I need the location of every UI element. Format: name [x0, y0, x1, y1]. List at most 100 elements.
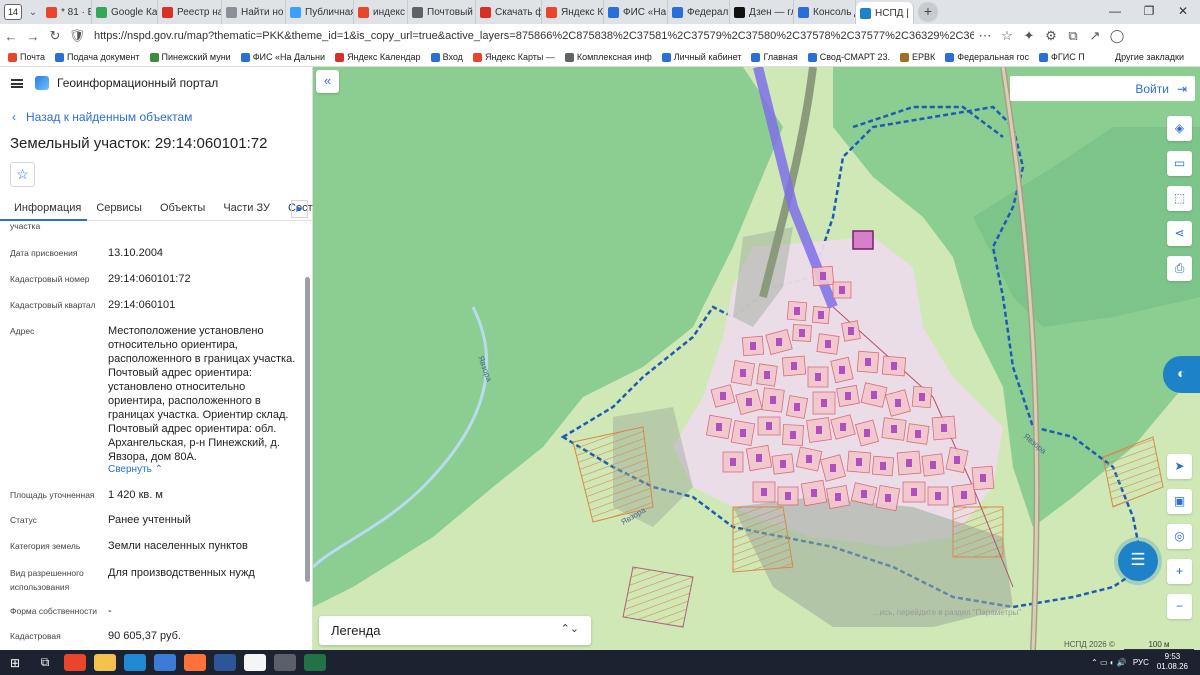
- extensions-icon[interactable]: ⧉: [1062, 28, 1084, 44]
- excel-app-icon[interactable]: [304, 654, 326, 671]
- favorite-star-icon[interactable]: ☆: [10, 162, 35, 187]
- share-map-icon[interactable]: ⋖: [1167, 221, 1192, 246]
- bookmark-item[interactable]: ФГИС П: [1039, 52, 1085, 62]
- building: [919, 393, 925, 401]
- geolocation-icon[interactable]: ➤: [1167, 454, 1192, 479]
- new-tab-button[interactable]: +: [918, 2, 938, 22]
- mail-app-icon[interactable]: [154, 654, 176, 671]
- layers-icon[interactable]: ◈: [1167, 116, 1192, 141]
- clock[interactable]: 9:53 01.08.26: [1157, 652, 1188, 672]
- share-icon[interactable]: ↗: [1084, 28, 1106, 44]
- bookmark-favicon-icon: [945, 52, 955, 62]
- search-location-icon[interactable]: ◎: [1167, 524, 1192, 549]
- ruler-icon[interactable]: ▭: [1167, 151, 1192, 176]
- scrollbar-thumb[interactable]: [305, 277, 310, 582]
- selected-parcel[interactable]: [852, 230, 874, 250]
- select-area-icon[interactable]: ⬚: [1167, 186, 1192, 211]
- browser-tab[interactable]: Публичная: [286, 0, 354, 24]
- bookmark-item[interactable]: Яндекс Карты —: [472, 52, 555, 62]
- tray-icons[interactable]: ⌃ ▭ ◐ 🔊: [1091, 658, 1127, 667]
- bookmark-label: ФГИС П: [1051, 52, 1085, 62]
- bookmark-favicon-icon: [807, 52, 817, 62]
- bookmark-item[interactable]: Комплексная инф: [564, 52, 652, 62]
- maximize-button[interactable]: ❐: [1132, 0, 1166, 24]
- chat-icon[interactable]: ☰: [1118, 541, 1158, 581]
- bookmark-item[interactable]: Главная: [751, 52, 798, 62]
- collapse-address-link[interactable]: Свернуть ⌃: [108, 464, 163, 475]
- yandex-browser-app-icon[interactable]: [244, 654, 266, 671]
- tab-services[interactable]: Сервисы: [87, 197, 151, 221]
- browser-tab[interactable]: Скачать ф: [476, 0, 542, 24]
- tab-count-button[interactable]: 14: [4, 4, 22, 20]
- property-key: Статус: [10, 515, 37, 525]
- nspd-widget-icon[interactable]: ◐: [1163, 356, 1200, 393]
- windows-start-icon[interactable]: ⊞: [0, 656, 30, 670]
- tabs-next-icon[interactable]: ▶: [291, 200, 308, 218]
- bookmark-item[interactable]: Яндекс Календар: [335, 52, 421, 62]
- bookmark-item[interactable]: Вход: [430, 52, 463, 62]
- bookmark-item[interactable]: Федеральная гос: [945, 52, 1029, 62]
- bookmark-item[interactable]: Почта: [8, 52, 45, 62]
- more-icon[interactable]: ⋯: [974, 28, 996, 44]
- browser-tab[interactable]: Яндекс Ка: [542, 0, 604, 24]
- browser-tab[interactable]: Google Кар: [92, 0, 158, 24]
- browser-tab[interactable]: Консоль д: [794, 0, 856, 24]
- settings-icon[interactable]: ⚙: [1040, 28, 1062, 44]
- tab-info[interactable]: Информация: [0, 197, 88, 221]
- browser-tab[interactable]: * 81 · Входя: [42, 0, 92, 24]
- extension-icon[interactable]: ✦: [1018, 28, 1040, 44]
- bookmark-item[interactable]: ЕРВК: [899, 52, 935, 62]
- tab-favicon-icon: [798, 6, 809, 18]
- browser-tab[interactable]: Дзен — гла: [730, 0, 794, 24]
- reload-icon[interactable]: ↻: [44, 28, 66, 44]
- building: [825, 340, 831, 348]
- browser-tab[interactable]: ФИС «На Д: [604, 0, 668, 24]
- task-view-icon[interactable]: ⧉: [30, 655, 60, 670]
- tab-objects[interactable]: Объекты: [151, 197, 214, 221]
- forward-arrow-icon[interactable]: →: [22, 29, 44, 44]
- print-icon[interactable]: ⎙: [1167, 256, 1192, 281]
- collapse-panel-icon[interactable]: «: [316, 70, 339, 93]
- language-indicator[interactable]: РУС: [1133, 658, 1149, 667]
- browser-tab[interactable]: Почтовый: [408, 0, 476, 24]
- browser-tab[interactable]: НСПД |✕: [856, 2, 914, 24]
- login-button[interactable]: Войти ⇥: [1010, 76, 1195, 101]
- browser-tab[interactable]: Реестр на: [158, 0, 222, 24]
- back-arrow-icon[interactable]: ←: [0, 29, 22, 44]
- bookmark-item[interactable]: Подача документ: [55, 52, 140, 62]
- close-window-button[interactable]: ✕: [1166, 0, 1200, 24]
- browser-tab[interactable]: индекс г. С: [354, 0, 408, 24]
- property-value: Для производственных нужд: [108, 567, 255, 579]
- legend-dropdown[interactable]: Легенда ⌃⌄: [319, 616, 591, 645]
- bookmark-item[interactable]: Пинежский муни: [149, 52, 231, 62]
- zoom-in-icon[interactable]: +: [1167, 559, 1192, 584]
- chrome-app-icon[interactable]: [274, 654, 296, 671]
- zoom-out-icon[interactable]: −: [1167, 594, 1192, 619]
- word-app-icon[interactable]: [214, 654, 236, 671]
- bookmark-star-icon[interactable]: ☆: [996, 28, 1018, 44]
- explorer-app-icon[interactable]: [94, 654, 116, 671]
- bookmark-item[interactable]: Личный кабинет: [661, 52, 741, 62]
- browser-tab[interactable]: Найти но: [222, 0, 286, 24]
- profile-icon[interactable]: ◯: [1106, 28, 1128, 44]
- edge-app-icon[interactable]: [124, 654, 146, 671]
- firefox-app-icon[interactable]: [184, 654, 206, 671]
- scrollbar[interactable]: [304, 221, 310, 650]
- yandex-app-icon[interactable]: [64, 654, 86, 671]
- basemap-icon[interactable]: ▣: [1167, 489, 1192, 514]
- map-canvas[interactable]: Явзора Явзора Явзора ...ись, перейдите в…: [313, 67, 1200, 650]
- browser-tab[interactable]: Федерал: [668, 0, 730, 24]
- building: [830, 464, 836, 472]
- tab-favicon-icon: [672, 6, 683, 18]
- property-value: 1 420 кв. м: [108, 489, 163, 501]
- bookmark-item[interactable]: ФИС «На Дальни: [240, 52, 325, 62]
- other-bookmarks[interactable]: Другие закладки: [1115, 52, 1184, 62]
- tab-parts[interactable]: Части ЗУ: [214, 197, 279, 221]
- back-to-results-link[interactable]: ‹ Назад к найденным объектам: [12, 110, 192, 124]
- chevron-down-icon[interactable]: ⌄: [24, 7, 42, 18]
- menu-icon[interactable]: [11, 78, 23, 88]
- bookmark-item[interactable]: Свод-СМАРТ 23.: [807, 52, 890, 62]
- url-field[interactable]: https://nspd.gov.ru/map?thematic=PKK&the…: [94, 30, 974, 42]
- lock-icon[interactable]: 🛡: [66, 28, 88, 44]
- minimize-button[interactable]: —: [1098, 0, 1132, 24]
